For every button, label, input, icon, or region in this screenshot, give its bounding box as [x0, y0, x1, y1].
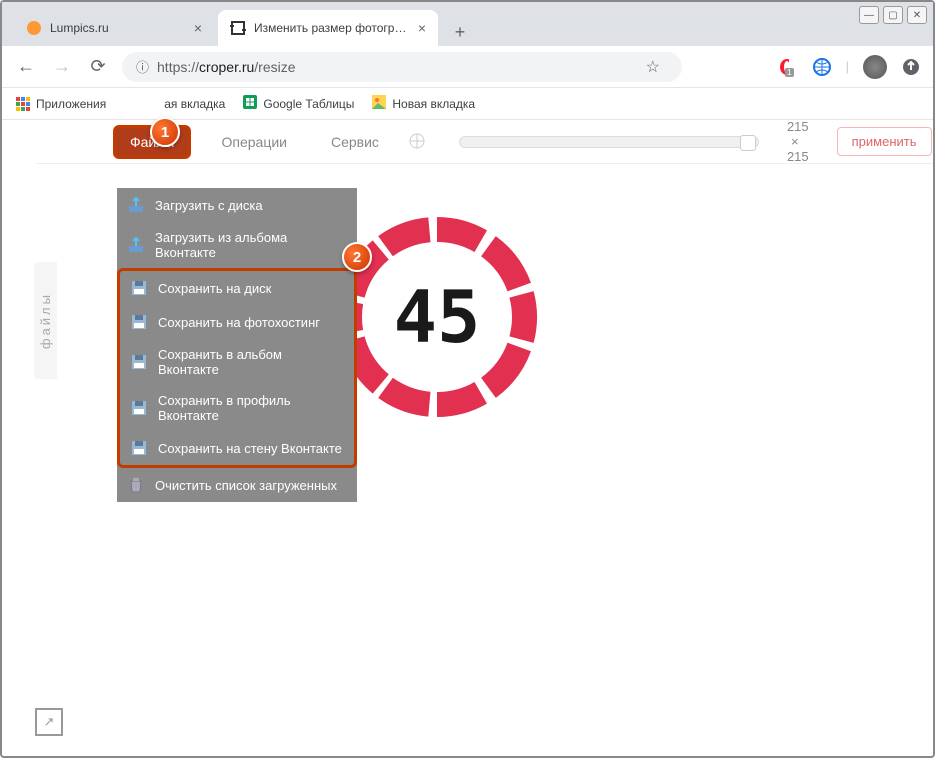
item-label: Очистить список загруженных — [155, 478, 337, 493]
item-label: Загрузить из альбома Вконтакте — [155, 230, 347, 260]
floppy-icon — [130, 399, 148, 417]
item-label: Загрузить с диска — [155, 198, 263, 213]
save-vk-wall-item[interactable]: Сохранить на стену Вконтакте — [120, 431, 354, 465]
new-tab-button[interactable]: + — [446, 18, 474, 46]
save-to-hosting-item[interactable]: Сохранить на фотохостинг — [120, 305, 354, 339]
item-label: Сохранить на стену Вконтакте — [158, 441, 342, 456]
globe-ext-icon[interactable] — [812, 57, 832, 77]
tab-close-icon[interactable]: × — [194, 20, 202, 36]
size-display: 215 × 215 — [787, 119, 809, 164]
tab-croper[interactable]: Изменить размер фотографии × — [218, 10, 438, 46]
globe-small-icon[interactable] — [409, 133, 425, 151]
bookmarks-bar: Приложения ая вкладка Google Таблицы Нов… — [2, 88, 933, 120]
size-separator: × — [791, 134, 799, 149]
google-sheets-bookmark[interactable]: Google Таблицы — [243, 95, 354, 112]
service-menu-button[interactable]: Сервис — [317, 128, 393, 156]
bookmark-star-icon[interactable]: ☆ — [646, 57, 660, 77]
external-link-icon[interactable]: ↗ — [35, 708, 63, 736]
floppy-icon — [130, 313, 148, 331]
save-vk-album-item[interactable]: Сохранить в альбом Вконтакте — [120, 339, 354, 385]
item-label: Сохранить на фотохостинг — [158, 315, 320, 330]
logo-number: 45 — [394, 275, 481, 359]
callout-1: 1 — [150, 117, 180, 147]
url-box[interactable]: ⓘ https://croper.ru/resize ☆ — [122, 52, 682, 82]
upload-disk-icon — [127, 196, 145, 214]
tab-title: Изменить размер фотографии — [254, 21, 410, 35]
lumpics-favicon-icon — [26, 20, 42, 36]
size-slider[interactable] — [459, 136, 759, 148]
url-domain: croper.ru — [199, 59, 254, 75]
opera-ext-icon[interactable]: 1 — [778, 57, 798, 77]
apps-grid-icon — [16, 97, 30, 111]
trash-icon — [127, 476, 145, 494]
tab-lumpics[interactable]: Lumpics.ru × — [14, 10, 214, 46]
item-label: Сохранить в альбом Вконтакте — [158, 347, 344, 377]
bookmark-label: Новая вкладка — [392, 97, 475, 111]
profile-avatar[interactable] — [863, 55, 887, 79]
item-label: Сохранить в профиль Вконтакте — [158, 393, 344, 423]
floppy-icon — [130, 279, 148, 297]
upload-vk-icon — [127, 236, 145, 254]
save-to-disk-item[interactable]: Сохранить на диск — [120, 271, 354, 305]
back-button[interactable]: ← — [14, 56, 38, 77]
extension-icons: 1 | — [778, 55, 921, 79]
tab-strip: Lumpics.ru × Изменить размер фотографии … — [2, 2, 933, 46]
item-label: Сохранить на диск — [158, 281, 271, 296]
window-controls: — ▢ ✕ — [859, 6, 927, 24]
width-value: 215 — [787, 119, 809, 134]
maximize-button[interactable]: ▢ — [883, 6, 903, 24]
bookmark-label: Google Таблицы — [263, 97, 354, 111]
image-icon — [372, 95, 386, 112]
url-path: /resize — [254, 59, 295, 75]
tab-title: Lumpics.ru — [50, 21, 186, 35]
slider-thumb[interactable] — [740, 135, 756, 151]
address-bar: ← → ⟳ ⓘ https://croper.ru/resize ☆ 1 | — [2, 46, 933, 88]
floppy-icon — [130, 439, 148, 457]
apply-button[interactable]: применить — [837, 127, 932, 156]
tab-close-icon[interactable]: × — [418, 20, 426, 36]
forward-button[interactable]: → — [50, 56, 74, 77]
bookmark-label: ая вкладка — [164, 97, 225, 111]
sheets-icon — [243, 95, 257, 112]
height-value: 215 — [787, 149, 809, 164]
files-side-tab[interactable]: файлы — [34, 262, 57, 379]
upload-from-vk-item[interactable]: Загрузить из альбома Вконтакте — [117, 222, 357, 268]
apps-label: Приложения — [36, 97, 106, 111]
files-dropdown: Загрузить с диска Загрузить из альбома В… — [117, 188, 357, 502]
upload-icon[interactable] — [901, 57, 921, 77]
url-text: https://croper.ru/resize — [157, 59, 296, 75]
floppy-icon — [130, 353, 148, 371]
minimize-button[interactable]: — — [859, 6, 879, 24]
apps-bookmark[interactable]: Приложения — [16, 97, 106, 111]
crop-favicon-icon — [230, 20, 246, 36]
save-options-group: Сохранить на диск Сохранить на фотохости… — [117, 268, 357, 468]
callout-2: 2 — [342, 242, 372, 272]
clear-list-item[interactable]: Очистить список загруженных — [117, 468, 357, 502]
newtab-bookmark-1[interactable]: ая вкладка — [164, 97, 225, 111]
reload-button[interactable]: ⟳ — [86, 56, 110, 77]
newtab-bookmark-2[interactable]: Новая вкладка — [372, 95, 475, 112]
url-protocol: https:// — [157, 59, 199, 75]
upload-from-disk-item[interactable]: Загрузить с диска — [117, 188, 357, 222]
operations-menu-button[interactable]: Операции — [207, 128, 301, 156]
save-vk-profile-item[interactable]: Сохранить в профиль Вконтакте — [120, 385, 354, 431]
close-button[interactable]: ✕ — [907, 6, 927, 24]
site-info-icon[interactable]: ⓘ — [136, 57, 149, 76]
